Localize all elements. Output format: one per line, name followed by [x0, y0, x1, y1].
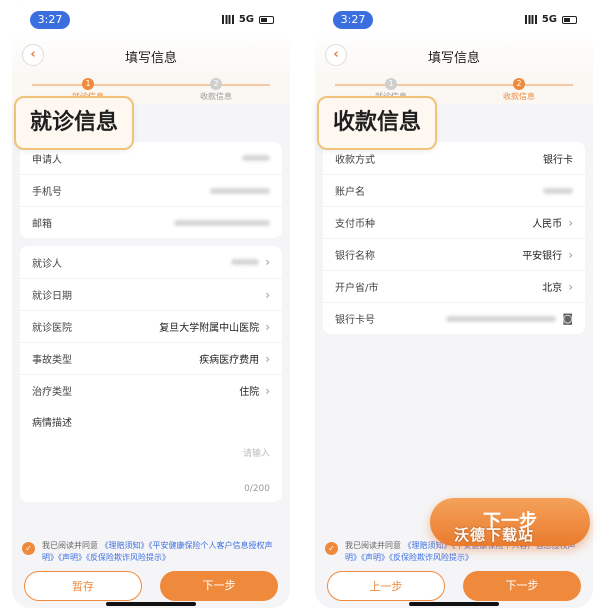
- step-2-label: 收款信息: [200, 92, 232, 101]
- battery-icon: [259, 15, 274, 24]
- chevron-right-icon: ›: [265, 351, 270, 366]
- row-currency[interactable]: 支付币种 人民币 ›: [323, 206, 585, 238]
- chevron-right-icon: ›: [568, 247, 573, 262]
- agreement-prefix: 我已阅读并同意: [345, 541, 401, 550]
- row-province-city[interactable]: 开户省/市 北京 ›: [323, 270, 585, 302]
- row-hospital[interactable]: 就诊医院 复旦大学附属中山医院 ›: [20, 310, 282, 342]
- signal-icon: [221, 15, 234, 24]
- bank-name-value: 平安银行 ›: [522, 247, 573, 263]
- patient-value: ›: [231, 255, 270, 269]
- accident-type-label: 事故类型: [32, 355, 72, 366]
- email-value: [174, 219, 270, 226]
- section-badge-payee: 收款信息: [317, 96, 438, 150]
- patient-label: 就诊人: [32, 258, 62, 270]
- home-indicator: [409, 602, 499, 606]
- step-1-dot: 1: [385, 78, 397, 90]
- row-patient[interactable]: 就诊人 ›: [20, 246, 282, 278]
- visit-date-value: ›: [259, 288, 270, 302]
- chevron-right-icon: ›: [568, 279, 573, 294]
- province-city-label: 开户省/市: [335, 283, 379, 294]
- chevron-right-icon: ›: [265, 255, 270, 269]
- network-label: 5G: [541, 14, 557, 25]
- payment-method-label: 收款方式: [335, 154, 375, 166]
- step-2-dot: 2: [210, 78, 222, 90]
- section-badge-medical: 就诊信息: [14, 96, 135, 150]
- page-title: 填写信息: [427, 51, 480, 66]
- email-label: 邮箱: [32, 219, 52, 230]
- status-bar: 3:27 5G: [315, 0, 593, 34]
- home-indicator: [106, 602, 196, 606]
- visit-card: 就诊人 › 就诊日期 › 就诊医院 复旦大学附属中山医院 › 事故类型 疾病医疗费…: [20, 246, 282, 502]
- chevron-right-icon: ›: [568, 215, 573, 230]
- condition-description-placeholder: 请输入: [242, 449, 270, 459]
- previous-step-button[interactable]: 上一步: [327, 571, 445, 601]
- applicant-value: [242, 155, 270, 161]
- checkbox-checked-icon[interactable]: ✓: [325, 542, 338, 555]
- row-visit-date[interactable]: 就诊日期 ›: [20, 278, 282, 310]
- checkbox-checked-icon[interactable]: ✓: [22, 542, 35, 555]
- agreement-prefix: 我已阅读并同意: [42, 541, 98, 550]
- row-account-name[interactable]: 账户名: [323, 174, 585, 206]
- chevron-right-icon: ›: [265, 383, 270, 398]
- step-2-dot: 2: [513, 78, 525, 90]
- status-time: 3:27: [333, 11, 373, 29]
- hospital-label: 就诊医院: [32, 323, 72, 334]
- accident-type-value: 疾病医疗费用 ›: [199, 351, 270, 367]
- nav-bar: ‹ 填写信息: [315, 34, 593, 78]
- treatment-type-label: 治疗类型: [32, 387, 72, 398]
- page-title: 填写信息: [124, 51, 177, 66]
- card-number-value: ◙: [446, 312, 573, 325]
- battery-icon: [562, 15, 577, 24]
- status-time: 3:27: [30, 11, 70, 29]
- camera-icon[interactable]: ◙: [562, 312, 573, 325]
- row-accident-type[interactable]: 事故类型 疾病医疗费用 ›: [20, 342, 282, 374]
- row-bank-name[interactable]: 银行名称 平安银行 ›: [323, 238, 585, 270]
- payment-method-value: 银行卡: [543, 154, 573, 166]
- row-treatment-type[interactable]: 治疗类型 住院 ›: [20, 374, 282, 406]
- phone-value: [210, 187, 270, 194]
- bank-name-label: 银行名称: [335, 251, 375, 262]
- account-name-value: [543, 187, 573, 194]
- signal-icon: [524, 15, 537, 24]
- phone-label: 手机号: [32, 187, 62, 198]
- step-2: 2 收款信息: [479, 78, 559, 102]
- treatment-type-value: 住院 ›: [239, 383, 270, 399]
- next-step-button[interactable]: 下一步: [463, 571, 581, 601]
- row-card-number[interactable]: 银行卡号 ◙: [323, 302, 585, 334]
- agreement: ✓ 我已阅读并同意 《理赔须知》《平安健康保险个人客户信息授权声明》《声明》《反…: [22, 540, 280, 564]
- row-email[interactable]: 邮箱: [20, 206, 282, 238]
- condition-description-field[interactable]: 病情描述 请输入 0/200: [20, 406, 282, 502]
- step-2: 2 收款信息: [176, 78, 256, 102]
- next-step-button[interactable]: 下一步: [160, 571, 278, 601]
- status-indicators: 5G: [524, 14, 577, 25]
- currency-value: 人民币 ›: [532, 215, 573, 231]
- row-phone[interactable]: 手机号: [20, 174, 282, 206]
- hospital-value: 复旦大学附属中山医院 ›: [159, 319, 270, 335]
- chevron-right-icon: ›: [265, 319, 270, 334]
- payee-card: 收款方式 银行卡 账户名 支付币种 人民币 › 银行名称 平安银行 › 开户省/市 …: [323, 142, 585, 334]
- account-name-label: 账户名: [335, 187, 365, 198]
- watermark-text: 沃德下载站: [454, 526, 535, 544]
- phone-screen-medical-info: 3:27 5G ‹ 填写信息 1 就诊信息 2 收款信息 申请人 手机号: [12, 0, 290, 608]
- step-1-dot: 1: [82, 78, 94, 90]
- applicant-card: 申请人 手机号 邮箱: [20, 142, 282, 238]
- status-bar: 3:27 5G: [12, 0, 290, 34]
- province-city-value: 北京 ›: [542, 279, 573, 295]
- card-number-label: 银行卡号: [335, 315, 375, 326]
- currency-label: 支付币种: [335, 219, 375, 230]
- condition-description-label: 病情描述: [32, 418, 72, 429]
- visit-date-label: 就诊日期: [32, 291, 72, 302]
- nav-bar: ‹ 填写信息: [12, 34, 290, 78]
- network-label: 5G: [238, 14, 254, 25]
- applicant-label: 申请人: [32, 154, 62, 166]
- chevron-right-icon: ›: [265, 287, 270, 302]
- char-counter: 0/200: [244, 484, 270, 494]
- status-indicators: 5G: [221, 14, 274, 25]
- save-draft-button[interactable]: 暂存: [24, 571, 142, 601]
- step-2-label: 收款信息: [503, 92, 535, 101]
